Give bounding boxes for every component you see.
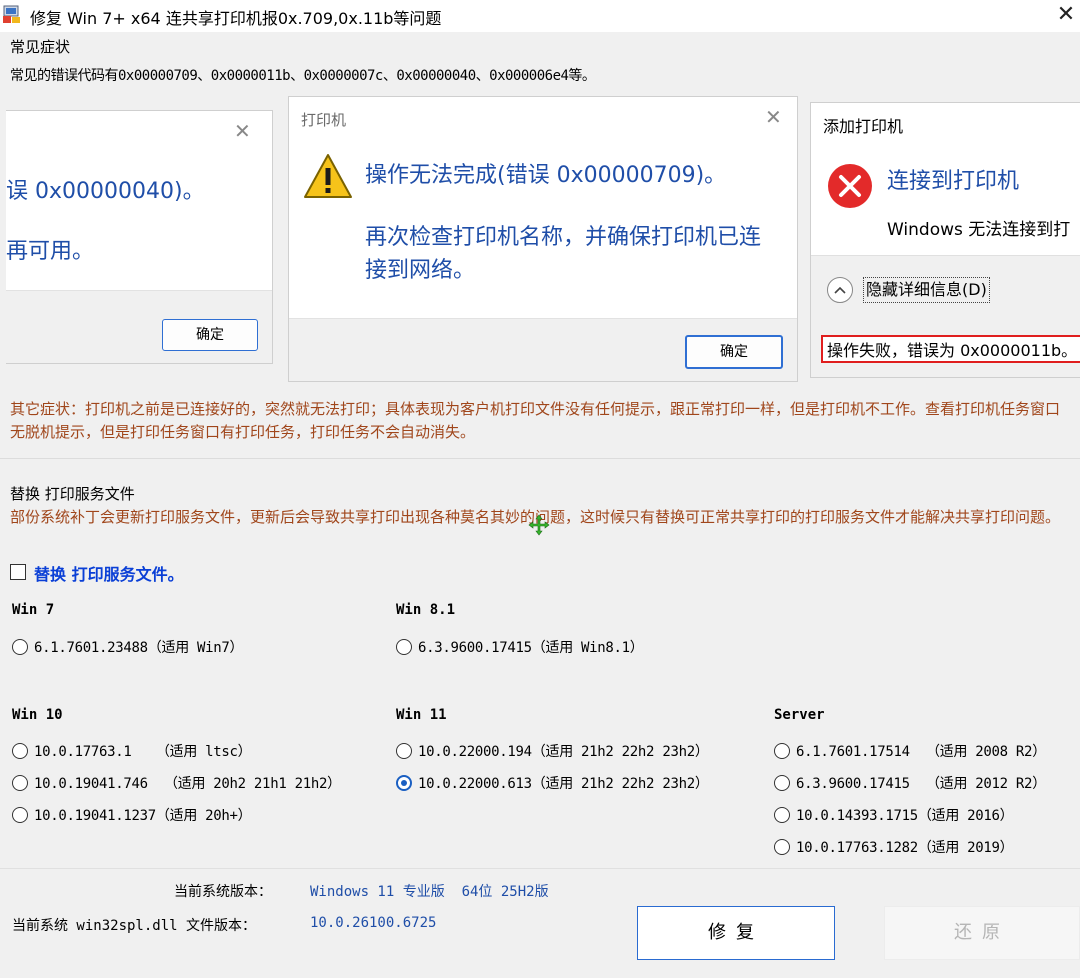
separator (0, 868, 1080, 869)
option-win81-1[interactable]: 6.3.9600.17415（适用 Win8.1） (418, 637, 644, 657)
dialog-error-40: ✕ 误 0x00000040)。 再可用。 确定 (6, 110, 273, 364)
dialog-hint-line1: 再次检查打印机名称，并确保打印机已连 (365, 225, 762, 250)
radio-server-4[interactable] (774, 839, 790, 855)
os-version-value: Windows 11 专业版 64位 25H2版 (310, 884, 549, 900)
app-icon (2, 4, 22, 24)
symptoms-title: 常见症状 (10, 38, 71, 56)
dialog-hint-line2: 接到网络。 (365, 258, 476, 283)
option-win10-2[interactable]: 10.0.19041.746 （适用 20h2 21h1 21h2） (34, 773, 341, 793)
radio-win81-1[interactable] (396, 639, 412, 655)
separator (0, 458, 1080, 459)
dialog-title: 添加打印机 (823, 117, 904, 136)
title-bar: 修复 Win 7+ x64 连共享打印机报0x.709,0x.11b等问题 ✕ (0, 0, 1080, 32)
hide-details-button[interactable]: 隐藏详细信息(D) (863, 277, 990, 303)
dialog-message: 操作无法完成(错误 0x00000709)。 (365, 163, 727, 188)
error-detail: 操作失败，错误为 0x0000011b。 (821, 335, 1080, 363)
close-icon[interactable]: ✕ (1052, 0, 1080, 30)
replace-checkbox-label[interactable]: 替换 打印服务文件。 (34, 561, 184, 585)
ok-button[interactable]: 确定 (685, 335, 783, 369)
radio-win10-1[interactable] (12, 743, 28, 759)
radio-server-1[interactable] (774, 743, 790, 759)
dialog-message: 误 0x00000040)。 (6, 179, 205, 204)
dll-version-label: 当前系统 win32spl.dll 文件版本： (12, 918, 257, 934)
group-win11-label: Win 11 (396, 707, 447, 723)
group-win10-label: Win 10 (12, 707, 63, 723)
replace-checkbox[interactable] (10, 564, 26, 580)
window-title: 修复 Win 7+ x64 连共享打印机报0x.709,0x.11b等问题 (30, 9, 442, 28)
option-win10-3[interactable]: 10.0.19041.1237（适用 20h+） (34, 805, 252, 825)
radio-win10-2[interactable] (12, 775, 28, 791)
dialog-error-709: 打印机 ✕ 操作无法完成(错误 0x00000709)。 再次检查打印机名称，并… (288, 96, 798, 382)
radio-win7-1[interactable] (12, 639, 28, 655)
dialog-add-printer: 添加打印机 连接到打印机 Windows 无法连接到打 隐藏详细信息(D) 操作… (810, 102, 1080, 378)
error-codes-text: 常见的错误代码有0x00000709、0x0000011b、0x0000007c… (10, 68, 596, 84)
warning-icon (303, 153, 353, 199)
group-win7-label: Win 7 (12, 602, 55, 618)
radio-win11-2-selected[interactable] (396, 775, 412, 791)
restore-button[interactable]: 还原 (884, 906, 1080, 960)
dialog-close-icon: ✕ (765, 105, 782, 129)
radio-server-3[interactable] (774, 807, 790, 823)
error-icon (827, 163, 873, 209)
dialog-close-icon: ✕ (234, 119, 251, 143)
group-win81-label: Win 8.1 (396, 602, 456, 618)
option-server-3[interactable]: 10.0.14393.1715（适用 2016） (796, 805, 1014, 825)
dialog-body: Windows 无法连接到打 (887, 220, 1071, 240)
radio-server-2[interactable] (774, 775, 790, 791)
os-version-label: 当前系统版本： (174, 884, 272, 900)
dialog-title: 打印机 (301, 111, 347, 129)
group-server-label: Server (774, 707, 825, 723)
option-server-2[interactable]: 6.3.9600.17415 （适用 2012 R2） (796, 773, 1046, 793)
move-cursor-icon (528, 514, 550, 536)
chevron-up-icon[interactable] (827, 277, 853, 303)
option-win10-1[interactable]: 10.0.17763.1 （适用 ltsc） (34, 741, 252, 761)
option-win11-1[interactable]: 10.0.22000.194（适用 21h2 22h2 23h2） (418, 741, 709, 761)
replace-section-title: 替换 打印服务文件 (10, 485, 135, 503)
ok-button[interactable]: 确定 (162, 319, 258, 351)
fix-button[interactable]: 修复 (637, 906, 835, 960)
other-symptoms-text: 其它症状：打印机之前是已连接好的，突然就无法打印；具体表现为客户机打印文件没有任… (10, 400, 1061, 441)
option-server-1[interactable]: 6.1.7601.17514 （适用 2008 R2） (796, 741, 1046, 761)
option-win11-2[interactable]: 10.0.22000.613（适用 21h2 22h2 23h2） (418, 773, 709, 793)
radio-win10-3[interactable] (12, 807, 28, 823)
option-win7-1[interactable]: 6.1.7601.23488（适用 Win7） (34, 637, 244, 657)
option-server-4[interactable]: 10.0.17763.1282（适用 2019） (796, 837, 1014, 857)
radio-win11-1[interactable] (396, 743, 412, 759)
dll-version-value: 10.0.26100.6725 (310, 915, 437, 931)
dialog-heading: 连接到打印机 (887, 169, 1020, 194)
dialog-message-2: 再可用。 (6, 239, 95, 264)
